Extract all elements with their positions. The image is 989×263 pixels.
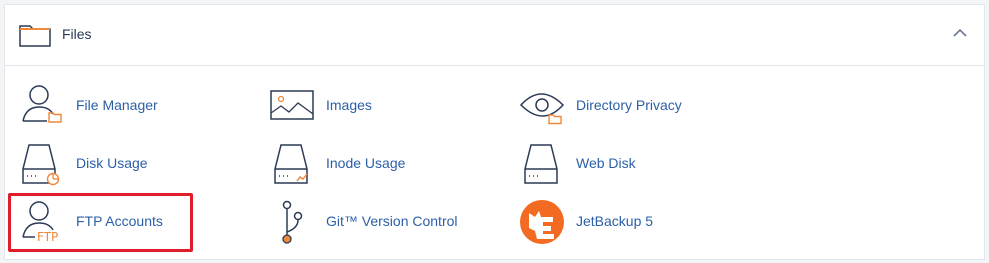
item-label: Web Disk: [576, 155, 636, 171]
chevron-up-icon[interactable]: [950, 23, 970, 43]
item-label: File Manager: [76, 97, 158, 113]
item-label: Git™ Version Control: [326, 213, 458, 229]
files-panel: Files File Manager Images Directory Priv…: [4, 4, 985, 260]
directory-privacy-icon: [519, 93, 565, 125]
highlight-box: [8, 193, 193, 252]
git-version-control-icon: [282, 200, 303, 244]
section-title: Files: [62, 26, 92, 42]
web-disk-icon: [524, 144, 558, 184]
inode-usage-icon: [274, 144, 308, 184]
item-label: Disk Usage: [76, 155, 148, 171]
item-label: JetBackup 5: [576, 213, 654, 229]
jetbackup-icon: [520, 200, 564, 244]
folder-icon: [19, 25, 51, 47]
panel-header[interactable]: Files: [5, 5, 984, 66]
images-icon: [270, 90, 314, 120]
file-manager-icon: [22, 85, 62, 123]
item-label: Directory Privacy: [576, 97, 682, 113]
disk-usage-icon: [22, 144, 60, 186]
item-label: Images: [326, 97, 372, 113]
item-label: Inode Usage: [326, 155, 406, 171]
